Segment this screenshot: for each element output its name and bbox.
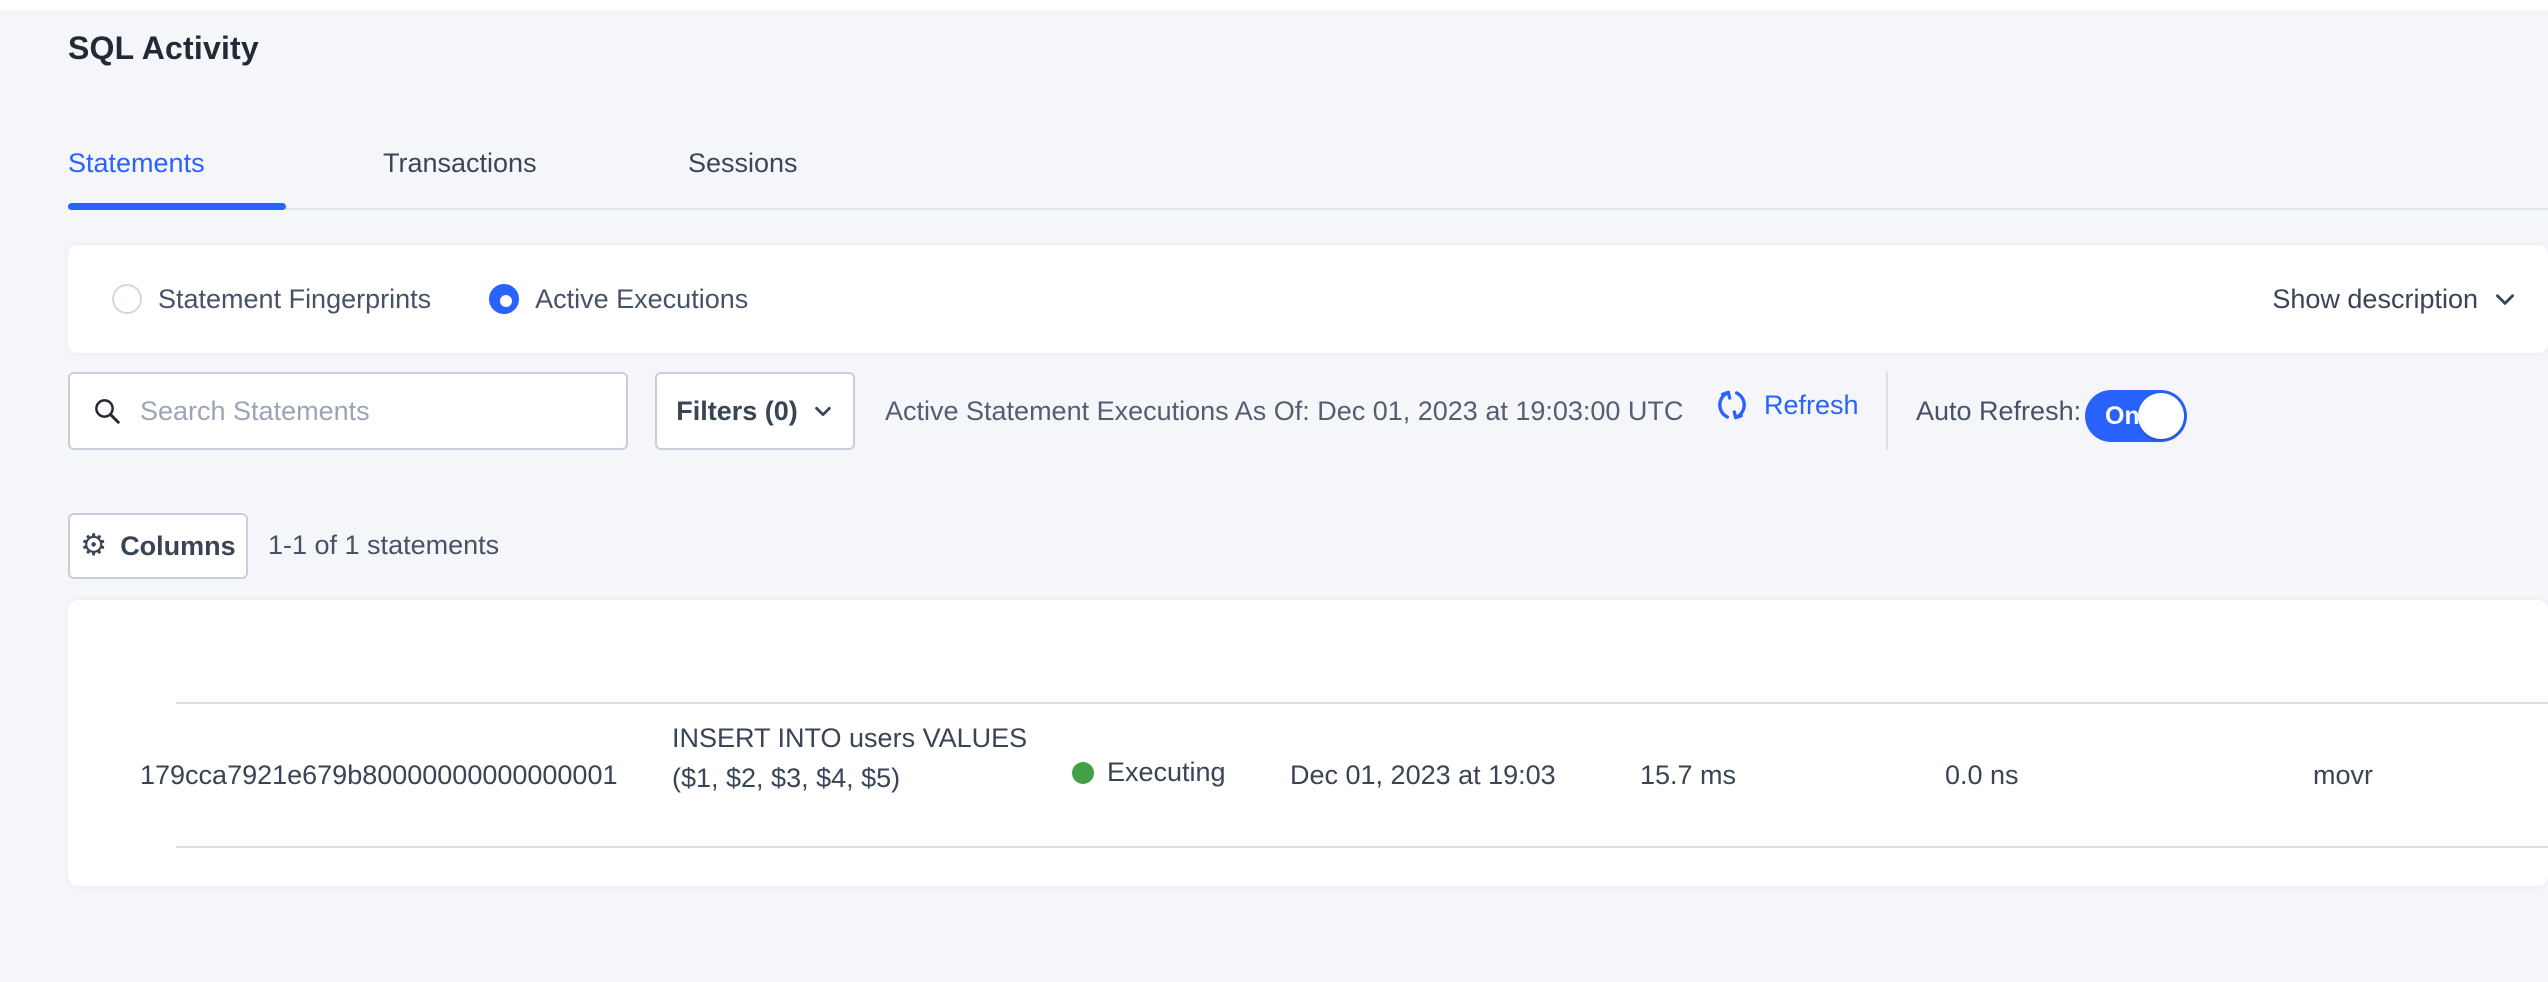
cell-application: movr <box>2313 760 2373 791</box>
tab-statements[interactable]: Statements <box>68 148 205 179</box>
tab-transactions[interactable]: Transactions <box>383 148 537 179</box>
cell-status: Executing <box>1072 757 1226 788</box>
filters-label: Filters (0) <box>676 396 798 427</box>
refresh-label: Refresh <box>1764 390 1859 421</box>
chevron-down-icon <box>2492 286 2518 312</box>
search-icon <box>92 396 122 426</box>
page-title: SQL Activity <box>68 30 259 67</box>
statements-table: Statement Execution ID Statement Executi… <box>68 600 2548 886</box>
columns-button[interactable]: ⚙ Columns <box>68 513 248 579</box>
show-description-label: Show description <box>2272 284 2478 315</box>
radio-selected-icon[interactable] <box>489 284 519 314</box>
search-input[interactable] <box>140 396 604 427</box>
cell-statement-execution-id[interactable]: 179cca7921e679b80000000000000001 <box>140 760 617 791</box>
refresh-icon <box>1712 385 1752 425</box>
top-strip <box>0 0 2548 10</box>
status-executing-dot-icon <box>1072 762 1094 784</box>
cell-time-spent-waiting: 0.0 ns <box>1945 760 2019 791</box>
view-mode-card: Statement Fingerprints Active Executions… <box>68 245 2548 353</box>
as-of-timestamp: Active Statement Executions As Of: Dec 0… <box>885 396 1683 427</box>
view-mode-radio-group: Statement Fingerprints Active Executions <box>112 245 748 353</box>
statement-line-2: ($1, $2, $3, $4, $5) <box>672 758 1027 798</box>
filters-button[interactable]: Filters (0) <box>655 372 855 450</box>
auto-refresh-toggle[interactable]: On <box>2085 390 2187 442</box>
statement-line-1: INSERT INTO users VALUES <box>672 718 1027 758</box>
tabs-divider <box>68 208 2548 210</box>
tab-sessions[interactable]: Sessions <box>688 148 798 179</box>
active-tab-indicator <box>68 203 286 210</box>
radio-unselected-icon[interactable] <box>112 284 142 314</box>
chevron-down-icon <box>812 400 834 422</box>
cell-statement-execution[interactable]: INSERT INTO users VALUES ($1, $2, $3, $4… <box>672 718 1027 798</box>
search-box[interactable] <box>68 372 628 450</box>
radio-statement-fingerprints[interactable]: Statement Fingerprints <box>112 284 431 315</box>
result-count: 1-1 of 1 statements <box>268 530 499 561</box>
status-label: Executing <box>1107 757 1226 788</box>
cell-start-time: Dec 01, 2023 at 19:03 <box>1290 760 1556 791</box>
columns-button-label: Columns <box>120 531 236 562</box>
radio-label: Statement Fingerprints <box>158 284 431 315</box>
radio-active-executions[interactable]: Active Executions <box>489 284 748 315</box>
refresh-button[interactable]: Refresh <box>1712 385 1859 425</box>
auto-refresh-label: Auto Refresh: <box>1916 396 2081 427</box>
show-description-toggle[interactable]: Show description <box>2272 245 2518 353</box>
row-divider <box>176 846 2548 848</box>
vertical-divider <box>1886 372 1888 450</box>
gear-icon: ⚙ <box>80 531 107 561</box>
cell-elapsed-time: 15.7 ms <box>1640 760 1736 791</box>
sql-activity-page: SQL Activity Statements Transactions Ses… <box>0 0 2548 982</box>
header-divider <box>176 702 2548 704</box>
radio-label: Active Executions <box>535 284 748 315</box>
toggle-knob[interactable] <box>2138 393 2184 439</box>
toggle-state-label: On <box>2105 402 2140 431</box>
